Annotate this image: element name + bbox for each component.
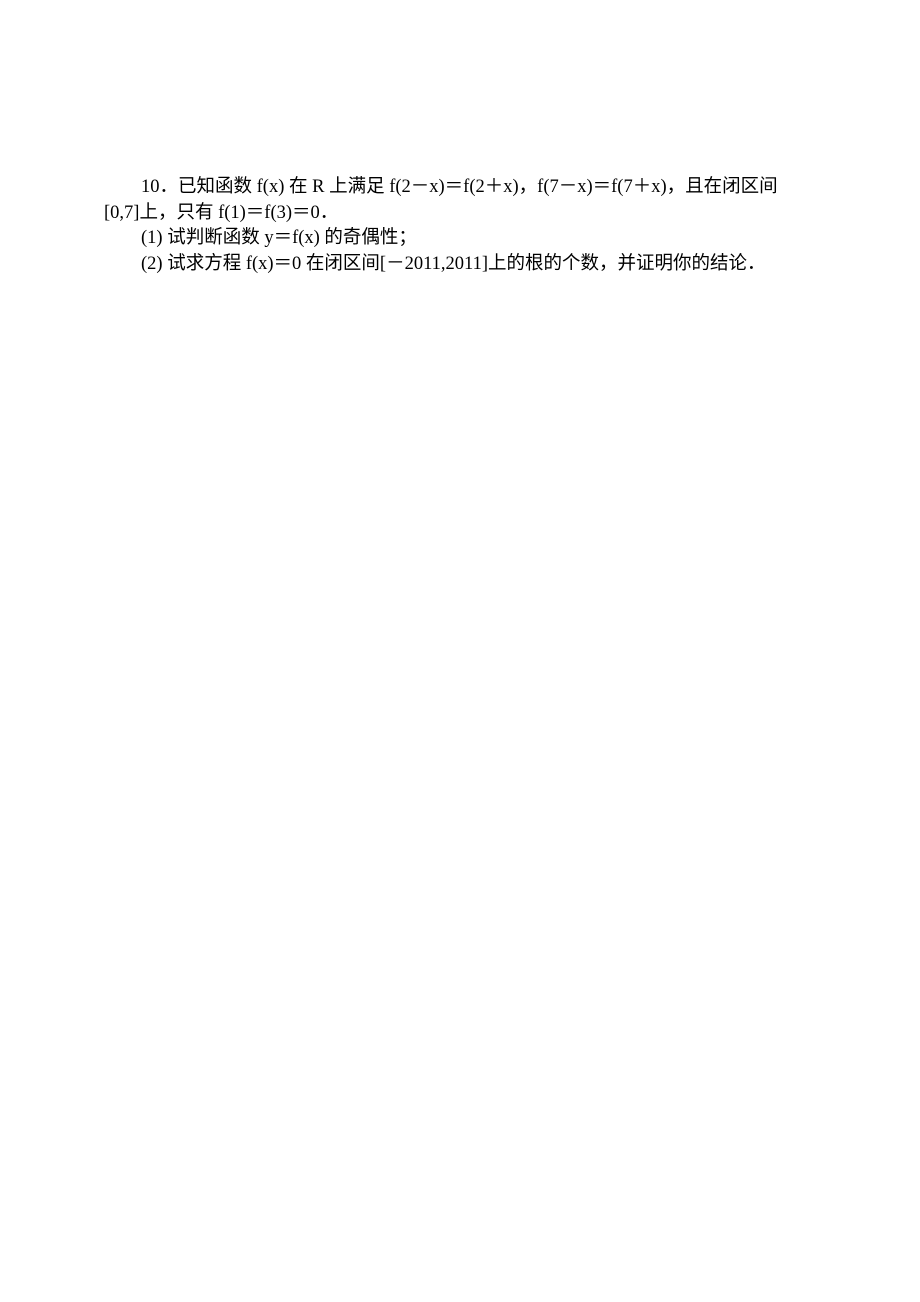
problem-line-1: 10．已知函数 f(x) 在 R 上满足 f(2－x)＝f(2＋x)，f(7－x…: [104, 175, 824, 201]
problem-q2: (2) 试求方程 f(x)＝0 在闭区间[－2011,2011]上的根的个数，并…: [104, 252, 824, 278]
problem-block: 10．已知函数 f(x) 在 R 上满足 f(2－x)＝f(2＋x)，f(7－x…: [104, 175, 824, 277]
problem-line-2: [0,7]上，只有 f(1)＝f(3)＝0．: [104, 201, 824, 227]
problem-q1: (1) 试判断函数 y＝f(x) 的奇偶性；: [104, 226, 824, 252]
